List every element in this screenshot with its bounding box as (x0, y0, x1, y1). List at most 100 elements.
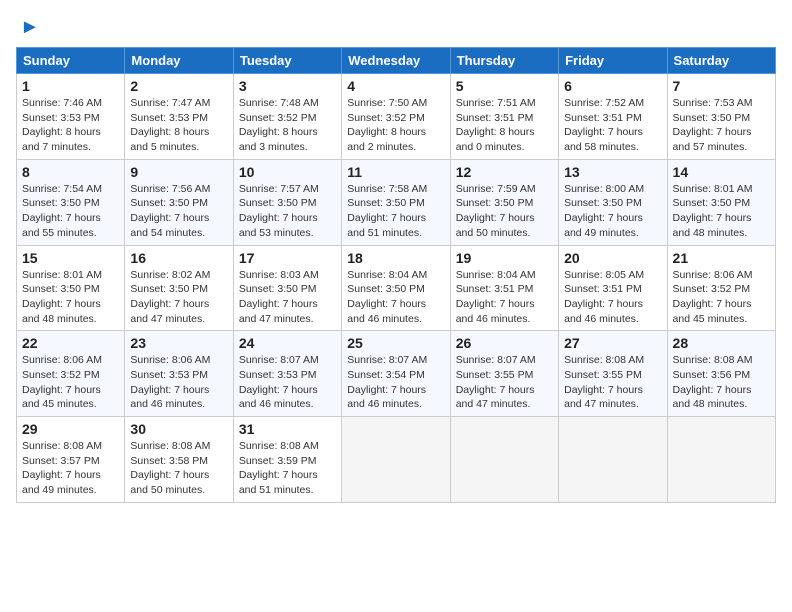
day-number: 19 (456, 250, 553, 266)
daylight-text: Daylight: 7 hours and 48 minutes. (673, 384, 752, 411)
day-info: Sunrise: 8:01 AM Sunset: 3:50 PM Dayligh… (22, 268, 119, 327)
calendar-cell: 7 Sunrise: 7:53 AM Sunset: 3:50 PM Dayli… (667, 74, 775, 160)
sunrise-text: Sunrise: 7:48 AM (239, 97, 319, 109)
sunrise-text: Sunrise: 7:53 AM (673, 97, 753, 109)
calendar-cell: 9 Sunrise: 7:56 AM Sunset: 3:50 PM Dayli… (125, 159, 233, 245)
calendar-cell: 23 Sunrise: 8:06 AM Sunset: 3:53 PM Dayl… (125, 331, 233, 417)
calendar-cell: 19 Sunrise: 8:04 AM Sunset: 3:51 PM Dayl… (450, 245, 558, 331)
day-number: 2 (130, 78, 227, 94)
day-info: Sunrise: 8:08 AM Sunset: 3:58 PM Dayligh… (130, 439, 227, 498)
day-info: Sunrise: 8:08 AM Sunset: 3:55 PM Dayligh… (564, 353, 661, 412)
sunset-text: Sunset: 3:52 PM (347, 112, 425, 124)
calendar-cell: 25 Sunrise: 8:07 AM Sunset: 3:54 PM Dayl… (342, 331, 450, 417)
daylight-text: Daylight: 7 hours and 54 minutes. (130, 212, 209, 239)
sunset-text: Sunset: 3:50 PM (22, 197, 100, 209)
day-number: 20 (564, 250, 661, 266)
daylight-text: Daylight: 7 hours and 45 minutes. (22, 384, 101, 411)
daylight-text: Daylight: 7 hours and 46 minutes. (456, 298, 535, 325)
day-number: 8 (22, 164, 119, 180)
sunrise-text: Sunrise: 8:07 AM (456, 354, 536, 366)
day-info: Sunrise: 7:48 AM Sunset: 3:52 PM Dayligh… (239, 96, 336, 155)
sunrise-text: Sunrise: 7:46 AM (22, 97, 102, 109)
sunrise-text: Sunrise: 8:02 AM (130, 269, 210, 281)
sunset-text: Sunset: 3:51 PM (456, 112, 534, 124)
calendar-cell: 21 Sunrise: 8:06 AM Sunset: 3:52 PM Dayl… (667, 245, 775, 331)
calendar-cell: 29 Sunrise: 8:08 AM Sunset: 3:57 PM Dayl… (17, 417, 125, 503)
column-header-wednesday: Wednesday (342, 48, 450, 74)
page-header: ► (16, 16, 776, 39)
sunset-text: Sunset: 3:52 PM (22, 369, 100, 381)
sunrise-text: Sunrise: 8:07 AM (239, 354, 319, 366)
daylight-text: Daylight: 8 hours and 3 minutes. (239, 126, 318, 153)
day-info: Sunrise: 8:00 AM Sunset: 3:50 PM Dayligh… (564, 182, 661, 241)
column-header-monday: Monday (125, 48, 233, 74)
day-info: Sunrise: 7:56 AM Sunset: 3:50 PM Dayligh… (130, 182, 227, 241)
calendar-cell: 14 Sunrise: 8:01 AM Sunset: 3:50 PM Dayl… (667, 159, 775, 245)
daylight-text: Daylight: 7 hours and 50 minutes. (456, 212, 535, 239)
daylight-text: Daylight: 8 hours and 0 minutes. (456, 126, 535, 153)
sunset-text: Sunset: 3:57 PM (22, 455, 100, 467)
day-number: 21 (673, 250, 770, 266)
sunrise-text: Sunrise: 7:51 AM (456, 97, 536, 109)
day-info: Sunrise: 8:01 AM Sunset: 3:50 PM Dayligh… (673, 182, 770, 241)
calendar-cell: 6 Sunrise: 7:52 AM Sunset: 3:51 PM Dayli… (559, 74, 667, 160)
sunset-text: Sunset: 3:53 PM (22, 112, 100, 124)
day-number: 24 (239, 335, 336, 351)
column-header-friday: Friday (559, 48, 667, 74)
day-info: Sunrise: 7:52 AM Sunset: 3:51 PM Dayligh… (564, 96, 661, 155)
day-number: 1 (22, 78, 119, 94)
calendar-table: SundayMondayTuesdayWednesdayThursdayFrid… (16, 47, 776, 503)
day-number: 7 (673, 78, 770, 94)
daylight-text: Daylight: 7 hours and 58 minutes. (564, 126, 643, 153)
day-info: Sunrise: 7:46 AM Sunset: 3:53 PM Dayligh… (22, 96, 119, 155)
day-info: Sunrise: 7:58 AM Sunset: 3:50 PM Dayligh… (347, 182, 444, 241)
sunrise-text: Sunrise: 8:08 AM (564, 354, 644, 366)
day-number: 25 (347, 335, 444, 351)
day-info: Sunrise: 8:07 AM Sunset: 3:53 PM Dayligh… (239, 353, 336, 412)
calendar-cell: 17 Sunrise: 8:03 AM Sunset: 3:50 PM Dayl… (233, 245, 341, 331)
sunrise-text: Sunrise: 8:07 AM (347, 354, 427, 366)
calendar-cell: 3 Sunrise: 7:48 AM Sunset: 3:52 PM Dayli… (233, 74, 341, 160)
calendar-cell: 8 Sunrise: 7:54 AM Sunset: 3:50 PM Dayli… (17, 159, 125, 245)
calendar-cell: 30 Sunrise: 8:08 AM Sunset: 3:58 PM Dayl… (125, 417, 233, 503)
sunset-text: Sunset: 3:53 PM (130, 369, 208, 381)
daylight-text: Daylight: 7 hours and 46 minutes. (564, 298, 643, 325)
sunrise-text: Sunrise: 8:08 AM (22, 440, 102, 452)
daylight-text: Daylight: 8 hours and 2 minutes. (347, 126, 426, 153)
daylight-text: Daylight: 7 hours and 51 minutes. (239, 469, 318, 496)
daylight-text: Daylight: 7 hours and 47 minutes. (564, 384, 643, 411)
sunset-text: Sunset: 3:53 PM (239, 369, 317, 381)
daylight-text: Daylight: 7 hours and 47 minutes. (239, 298, 318, 325)
day-info: Sunrise: 8:08 AM Sunset: 3:59 PM Dayligh… (239, 439, 336, 498)
sunset-text: Sunset: 3:50 PM (239, 197, 317, 209)
logo: ► (16, 16, 40, 39)
sunset-text: Sunset: 3:50 PM (130, 283, 208, 295)
sunset-text: Sunset: 3:51 PM (564, 112, 642, 124)
sunset-text: Sunset: 3:50 PM (347, 197, 425, 209)
sunset-text: Sunset: 3:50 PM (456, 197, 534, 209)
daylight-text: Daylight: 7 hours and 49 minutes. (22, 469, 101, 496)
calendar-cell: 15 Sunrise: 8:01 AM Sunset: 3:50 PM Dayl… (17, 245, 125, 331)
sunrise-text: Sunrise: 8:08 AM (130, 440, 210, 452)
sunset-text: Sunset: 3:50 PM (673, 112, 751, 124)
sunset-text: Sunset: 3:59 PM (239, 455, 317, 467)
day-info: Sunrise: 7:50 AM Sunset: 3:52 PM Dayligh… (347, 96, 444, 155)
sunset-text: Sunset: 3:51 PM (456, 283, 534, 295)
day-number: 15 (22, 250, 119, 266)
sunrise-text: Sunrise: 7:50 AM (347, 97, 427, 109)
calendar-cell: 11 Sunrise: 7:58 AM Sunset: 3:50 PM Dayl… (342, 159, 450, 245)
daylight-text: Daylight: 7 hours and 45 minutes. (673, 298, 752, 325)
day-number: 4 (347, 78, 444, 94)
day-number: 30 (130, 421, 227, 437)
calendar-cell: 5 Sunrise: 7:51 AM Sunset: 3:51 PM Dayli… (450, 74, 558, 160)
sunrise-text: Sunrise: 7:58 AM (347, 183, 427, 195)
column-header-saturday: Saturday (667, 48, 775, 74)
sunrise-text: Sunrise: 8:08 AM (239, 440, 319, 452)
sunrise-text: Sunrise: 7:56 AM (130, 183, 210, 195)
sunset-text: Sunset: 3:53 PM (130, 112, 208, 124)
logo-bird-icon: ► (20, 16, 40, 39)
day-info: Sunrise: 8:08 AM Sunset: 3:56 PM Dayligh… (673, 353, 770, 412)
daylight-text: Daylight: 7 hours and 46 minutes. (130, 384, 209, 411)
daylight-text: Daylight: 7 hours and 51 minutes. (347, 212, 426, 239)
day-info: Sunrise: 8:02 AM Sunset: 3:50 PM Dayligh… (130, 268, 227, 327)
